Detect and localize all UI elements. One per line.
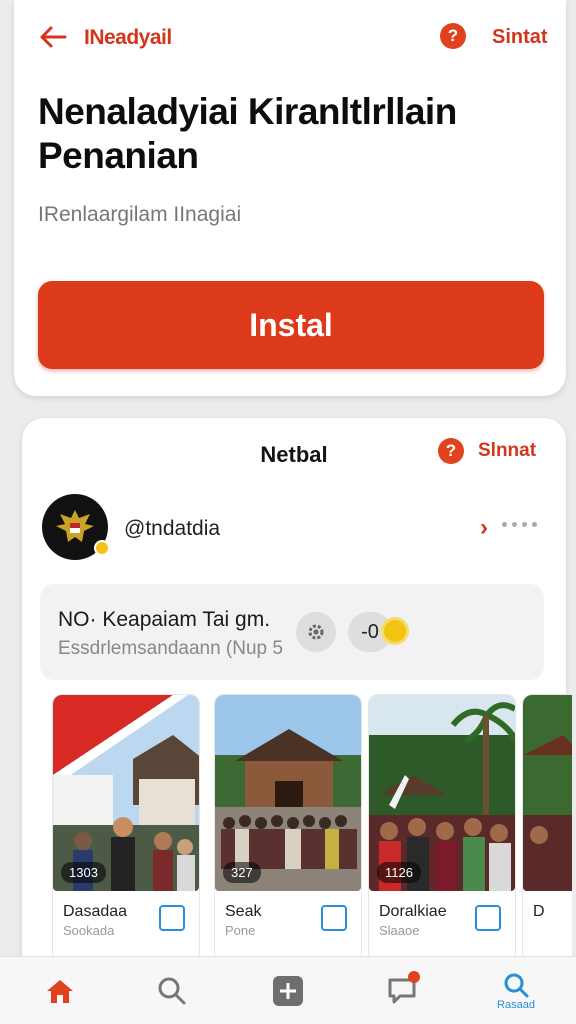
nav-home[interactable] [38,969,82,1013]
panel-action-link[interactable]: Slnnat [478,440,536,462]
gallery-photo [523,695,572,891]
tile-sublabel: Sookada [63,923,115,938]
tile-sublabel: Pone [225,923,256,938]
add-icon [273,976,303,1006]
verified-badge-icon [94,540,110,556]
garuda-emblem-icon [56,510,94,542]
bookmark-icon[interactable] [159,905,185,931]
profile-panel: Netbal ? Slnnat @tndatdia › NO· Keapaiam… [22,418,572,1024]
bottom-nav: Rasaad [0,956,576,1024]
header-action-link[interactable]: Sintat [492,26,548,49]
gallery-tile[interactable]: D [522,694,572,964]
gallery-tile[interactable]: 327 Seak Pone [214,694,362,964]
home-icon [47,980,73,1003]
refresh-icon[interactable] [475,905,501,931]
tile-label: Doralkiae [379,903,447,920]
tile-sublabel: Slaaoe [379,923,420,938]
app-subtitle: IRenlaargilam IInagiai [38,203,242,226]
info-subtitle: Essdrlemsandaann (Nup 5 [58,638,283,659]
search-icon [158,977,186,1005]
coin-icon [384,620,406,642]
gallery-tile[interactable]: 1303 Dasadaa Sookada [52,694,200,964]
profile-handle[interactable]: @tndatdia [124,517,220,541]
gallery-tile[interactable]: 1126 Doralkiae Slaaoe [368,694,516,964]
nav-profile-search[interactable]: Rasaad [494,969,538,1013]
photo-count-badge: 327 [223,862,261,883]
gallery-photo: 327 [215,695,361,891]
panel-help-icon[interactable]: ? [438,438,464,464]
notification-dot [408,971,420,983]
nav-active-label: Rasaad [497,998,535,1011]
page-title: INeadyail [84,26,172,49]
info-title: NO· Keapaiam Tai gm. [58,608,271,631]
nav-chat[interactable] [380,969,424,1013]
help-icon[interactable]: ? [440,23,466,49]
profile-search-icon [504,973,529,997]
avatar[interactable] [42,494,110,560]
app-headline: Nenaladyiai Kiranltlrllain Penanian [38,91,457,177]
install-button[interactable]: Instal [38,281,544,369]
chevron-right-icon[interactable]: › [480,514,488,542]
nav-search[interactable] [150,969,194,1013]
tile-label: D [533,903,545,920]
back-arrow-icon[interactable] [38,22,68,52]
photo-gallery: 1303 Dasadaa Sookada 327 Seak Pone 1126 … [52,694,572,994]
install-card: INeadyail ? Sintat Nenaladyiai Kiranltlr… [14,0,566,396]
document-icon[interactable] [321,905,347,931]
photo-count-badge: 1126 [377,862,421,883]
info-box: NO· Keapaiam Tai gm. Essdrlemsandaann (N… [40,584,544,680]
nav-add[interactable] [266,969,310,1013]
tile-label: Seak [225,903,262,920]
gallery-photo: 1303 [53,695,199,891]
more-options-icon[interactable] [502,522,537,527]
photo-count-badge: 1303 [61,862,106,883]
gallery-photo: 1126 [369,695,515,891]
tile-label: Dasadaa [63,903,128,920]
settings-gear-icon[interactable] [296,612,336,652]
